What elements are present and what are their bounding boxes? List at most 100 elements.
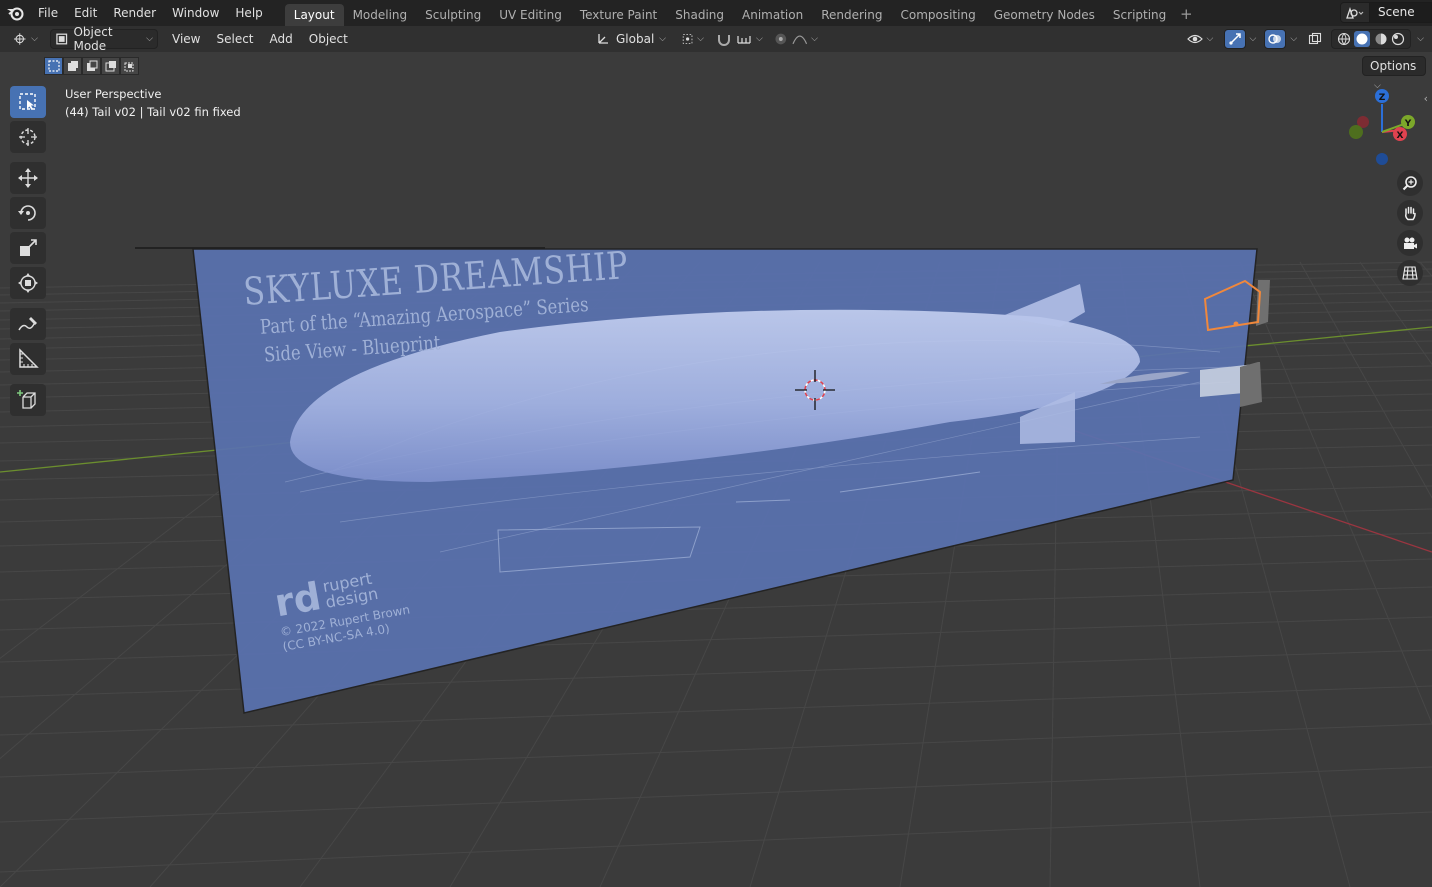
xray-toggle[interactable] — [1305, 29, 1325, 49]
show-overlays-toggle[interactable] — [1264, 29, 1287, 49]
falloff-curve-icon — [792, 35, 807, 45]
options-label: Options — [1370, 59, 1417, 73]
tab-animation[interactable]: Animation — [733, 4, 812, 26]
proportional-edit-icon — [775, 33, 787, 45]
material-preview-icon[interactable] — [1374, 32, 1388, 46]
chevron-down-icon[interactable]: ⌵ — [1417, 34, 1424, 44]
menu-window[interactable]: Window — [164, 0, 227, 26]
snap-increment-icon — [737, 36, 751, 44]
pivot-point-dropdown[interactable]: ⌵ — [678, 29, 708, 49]
select-intersect-icon — [124, 62, 133, 72]
ortho-toggle-button[interactable] — [1397, 260, 1423, 286]
menu-select[interactable]: Select — [208, 32, 261, 46]
move-tool[interactable] — [10, 162, 46, 194]
tab-texture-paint[interactable]: Texture Paint — [571, 4, 666, 26]
move-icon — [18, 168, 38, 188]
blender-logo-icon[interactable] — [0, 0, 30, 26]
tab-shading[interactable]: Shading — [666, 4, 733, 26]
show-gizmo-toggle[interactable] — [1223, 29, 1246, 49]
select-new-button[interactable] — [44, 57, 63, 75]
menu-file[interactable]: File — [30, 0, 66, 26]
menu-render[interactable]: Render — [105, 0, 164, 26]
chevron-down-icon: ⌵ — [697, 34, 704, 44]
tab-compositing[interactable]: Compositing — [891, 4, 984, 26]
select-subtract-button[interactable] — [82, 57, 101, 75]
gizmo-axis-neg-y[interactable] — [1349, 125, 1363, 139]
rendered-shading-icon[interactable] — [1391, 32, 1405, 46]
chevron-down-icon: ⌵ — [31, 34, 38, 44]
tab-layout[interactable]: Layout — [284, 4, 344, 26]
add-workspace-button[interactable]: + — [1175, 5, 1197, 23]
tool-shelf — [10, 86, 48, 419]
scene-selector: Scene — [1340, 2, 1432, 23]
measure-tool[interactable] — [10, 343, 46, 375]
camera-icon — [1404, 237, 1417, 249]
tab-modeling[interactable]: Modeling — [344, 4, 417, 26]
gizmo-icon — [1228, 33, 1241, 45]
add-cube-tool[interactable] — [10, 384, 46, 416]
select-extend-button[interactable] — [63, 57, 82, 75]
viewport-display-controls: ⌵ ⌵ ⌵ ⌵ — [1184, 29, 1424, 49]
magnet-icon — [718, 35, 730, 46]
viewport-header: ⌵ Object Mode ⌵ View Select Add Object G… — [0, 25, 1432, 53]
sidebar-toggle-icon[interactable]: ‹ — [1424, 92, 1428, 105]
select-extend-icon — [67, 61, 78, 71]
xray-icon — [1309, 32, 1322, 45]
overlays-icon — [1268, 34, 1282, 44]
gizmo-axis-neg-z[interactable] — [1376, 153, 1388, 165]
workspace-tabs: Layout Modeling Sculpting UV Editing Tex… — [284, 0, 1198, 26]
transform-tool[interactable] — [10, 267, 46, 299]
select-new-icon — [47, 60, 60, 72]
scale-tool[interactable] — [10, 232, 46, 264]
annotate-tool[interactable] — [10, 308, 46, 340]
chevron-down-icon[interactable]: ⌵ — [1290, 34, 1297, 44]
tab-uv-editing[interactable]: UV Editing — [490, 4, 571, 26]
orientation-label: Global — [616, 32, 655, 46]
orientation-icon — [598, 34, 608, 44]
camera-view-button[interactable] — [1397, 230, 1423, 256]
options-dropdown[interactable]: Options ⌵ — [1362, 56, 1426, 91]
chevron-down-icon: ⌵ — [146, 34, 153, 44]
scene-name-field[interactable]: Scene — [1370, 2, 1432, 23]
viewport-scene: Z Y X — [0, 52, 1432, 887]
rotate-tool[interactable] — [10, 197, 46, 229]
select-intersect-button[interactable] — [120, 57, 139, 75]
shading-mode-group — [1331, 29, 1412, 49]
mode-dropdown[interactable]: Object Mode ⌵ — [50, 25, 158, 53]
scale-icon — [20, 239, 37, 256]
tab-geometry-nodes[interactable]: Geometry Nodes — [985, 4, 1104, 26]
chevron-down-icon: ⌵ — [756, 34, 763, 44]
snap-controls[interactable]: ⌵ — [712, 29, 768, 49]
tab-rendering[interactable]: Rendering — [812, 4, 891, 26]
gizmo-label-y: Y — [1404, 119, 1412, 129]
wireframe-shading-icon[interactable] — [1337, 32, 1351, 46]
menu-view[interactable]: View — [164, 32, 208, 46]
chevron-down-icon[interactable]: ⌵ — [1250, 34, 1257, 44]
menu-object[interactable]: Object — [301, 32, 356, 46]
editor-type-button[interactable]: ⌵ — [10, 29, 42, 49]
visibility-dropdown[interactable]: ⌵ — [1184, 29, 1218, 49]
select-box-tool[interactable] — [10, 86, 46, 118]
scene-browse-button[interactable] — [1340, 2, 1370, 23]
transform-icon — [18, 273, 38, 293]
chevron-down-icon: ⌵ — [1374, 81, 1381, 91]
menu-help[interactable]: Help — [227, 0, 270, 26]
select-invert-icon — [105, 61, 116, 72]
pan-button[interactable] — [1397, 200, 1423, 226]
zoom-button[interactable] — [1397, 170, 1423, 196]
add-cube-icon — [17, 390, 36, 409]
cursor-tool[interactable] — [10, 121, 46, 153]
chevron-down-icon: ⌵ — [811, 34, 818, 44]
menu-edit[interactable]: Edit — [66, 0, 105, 26]
3d-viewport[interactable]: Z Y X SKYLUXE DREAMSHIP Part of the “Ama… — [0, 52, 1432, 887]
proportional-editing-controls[interactable]: ⌵ — [770, 29, 822, 49]
select-invert-button[interactable] — [101, 57, 120, 75]
solid-shading-icon[interactable] — [1354, 31, 1371, 47]
transform-orientation-dropdown[interactable]: Global ⌵ — [592, 29, 670, 49]
tab-sculpting[interactable]: Sculpting — [416, 4, 490, 26]
menu-add[interactable]: Add — [262, 32, 301, 46]
annotate-icon — [18, 317, 37, 331]
scene-icon — [1346, 6, 1364, 19]
eye-icon — [1186, 34, 1203, 44]
tab-scripting[interactable]: Scripting — [1104, 4, 1175, 26]
